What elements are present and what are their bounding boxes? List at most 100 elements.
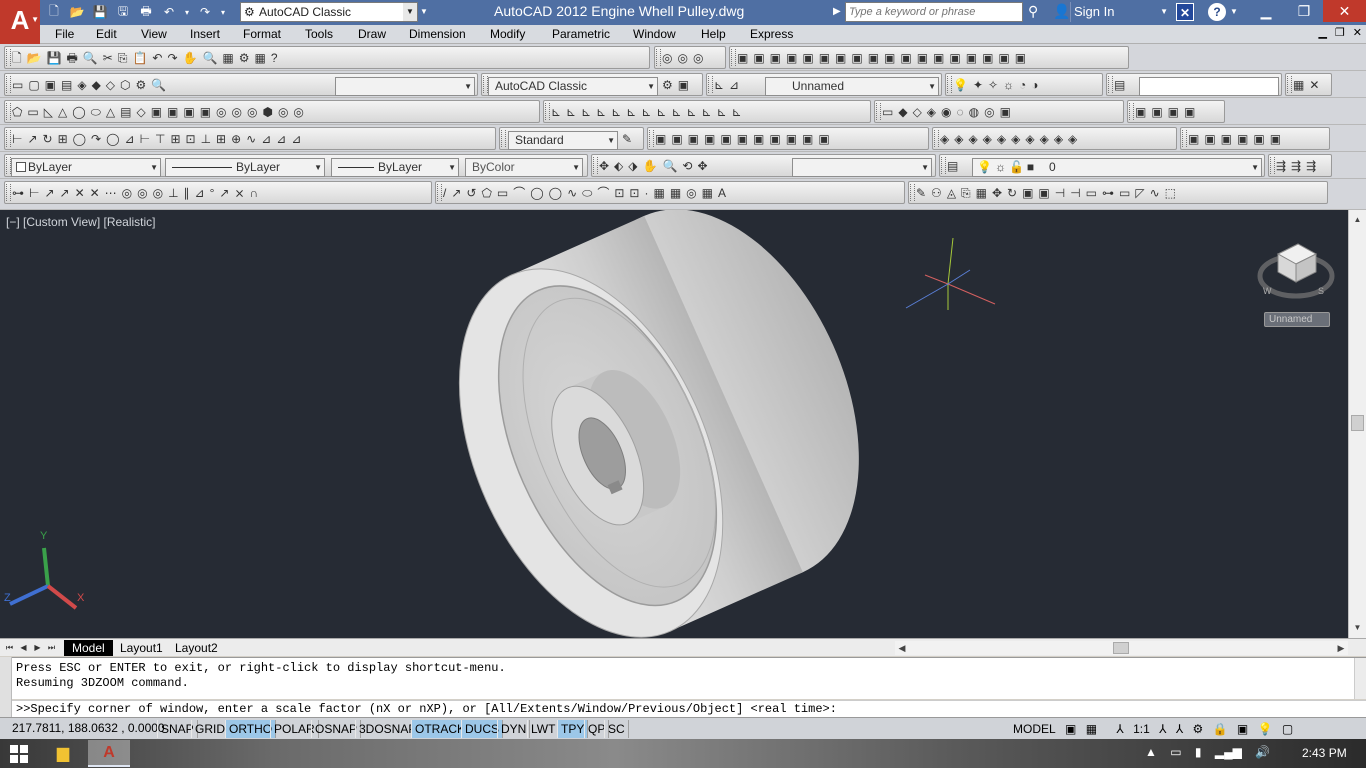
last-tab-icon[interactable]: ⏭: [46, 641, 57, 654]
solids-icons[interactable]: ⬠▭◺△◯⬭△▤◇▣▣▣▣◎◎◎⬢◎◎: [12, 103, 537, 121]
status-grid-button[interactable]: GRID: [191, 720, 229, 738]
exchange-icon[interactable]: ✕: [1176, 3, 1194, 21]
command-input[interactable]: >>Specify corner of window, enter a scal…: [0, 700, 1366, 717]
doc-restore-button[interactable]: ❐: [1335, 26, 1345, 39]
modify2-icons[interactable]: ◈◈◈◈◈◈◈◈◈◈: [940, 130, 1174, 148]
tab-layout2[interactable]: Layout2: [167, 640, 226, 656]
autocad-taskbar-icon[interactable]: A: [88, 740, 130, 767]
modify-icons[interactable]: ✎⚇◬⎘▦✥↻▣▣⊣⊣▭⊶▭◸∿⬚: [916, 184, 1325, 202]
hardware-acceleration-icon[interactable]: ▣: [1237, 720, 1248, 738]
quick-view-layouts-icon[interactable]: ▣: [1065, 720, 1076, 738]
visual-style-combo[interactable]: ▼: [792, 158, 932, 177]
close-button[interactable]: ✕: [1323, 0, 1366, 22]
taskbar-clock[interactable]: 2:43 PM: [1302, 746, 1347, 760]
dimension-icons[interactable]: ⊢↗↻⊞◯↷◯⊿⊢⊤⊞⊡⊥⊞⊕∿⊿⊿⊿: [12, 130, 493, 148]
prev-tab-icon[interactable]: ◀: [18, 641, 29, 654]
menu-edit[interactable]: Edit: [96, 27, 117, 41]
lock-icon[interactable]: 🔒: [1213, 720, 1228, 738]
modeling-icons[interactable]: ▭▢▣▤◈◆◇⬡⚙🔍: [12, 76, 309, 94]
sign-in-button[interactable]: Sign In ▼: [1070, 2, 1170, 22]
workspace-combo[interactable]: AutoCAD Classic ▼: [488, 77, 658, 96]
plotstyle-combo[interactable]: ByColor ▼: [465, 158, 583, 177]
named-view-icons[interactable]: ⊾⊿: [714, 76, 761, 94]
minimize-button[interactable]: ▁: [1246, 0, 1286, 22]
plot-icon[interactable]: 🖶: [136, 2, 156, 22]
blank-combo[interactable]: ▼: [335, 77, 475, 96]
menu-dimension[interactable]: Dimension: [409, 27, 466, 41]
battery-icon[interactable]: ▮: [1195, 745, 1202, 759]
doc-minimize-button[interactable]: ▁: [1318, 26, 1326, 39]
surface-icons[interactable]: ▭◆◇◈◉◌◍◎▣: [882, 103, 1121, 121]
qat-customize-icon[interactable]: ▼: [420, 3, 432, 21]
ucs-icons[interactable]: ⊾⊾⊾⊾⊾⊾⊾⊾⊾⊾⊾⊾⊾: [551, 103, 868, 121]
status-sc-button[interactable]: SC: [604, 720, 629, 738]
object-snap-icons[interactable]: ⊶⊢↗↗✕✕⋯◎◎◎⊥∥⊿°↗⨯∩: [12, 184, 429, 202]
view-icons[interactable]: ▣▣▣▣▣▣▣▣▣▣▣▣▣▣▣▣▣▣: [737, 49, 1126, 67]
standard-toolbar-icons[interactable]: 🗋📂💾🖶🔍✂⎘📋↶↷✋🔍▦⚙▦?: [12, 49, 647, 67]
tab-model[interactable]: Model: [64, 640, 113, 656]
tab-layout1[interactable]: Layout1: [112, 640, 171, 656]
menu-format[interactable]: Format: [243, 27, 281, 41]
dimstyle-combo[interactable]: Standard ▼: [508, 131, 618, 150]
annotation-visibility-icon[interactable]: ⅄: [1159, 720, 1166, 738]
layer-properties-icon[interactable]: ▤: [947, 157, 974, 175]
dimstyle-edit-icon[interactable]: ✎: [622, 130, 641, 148]
viewcube-caption[interactable]: Unnamed: [1264, 312, 1330, 327]
lights-icons[interactable]: 💡✦✧☼◔◑: [953, 76, 1100, 94]
navigation-icons[interactable]: ✥⬖⬗✋🔍⟲✥: [599, 157, 789, 175]
status-lwt-button[interactable]: LWT: [527, 720, 560, 738]
application-menu-button[interactable]: A ▼: [0, 0, 40, 44]
menu-parametric[interactable]: Parametric: [552, 27, 610, 41]
scroll-down-icon[interactable]: ▼: [1349, 620, 1366, 636]
draw-icons[interactable]: /↗↺⬠▭⌒◯◯∿⬭⌒⊡⊡·▦▦◎▦A: [443, 184, 902, 202]
workspace-select[interactable]: ⚙ AutoCAD Classic ▼: [240, 2, 418, 22]
layer-tools-icons[interactable]: ⇶⇶⇶: [1276, 157, 1329, 175]
desktop-icon[interactable]: ▭: [1170, 745, 1181, 759]
scroll-right-icon[interactable]: ▶: [1334, 641, 1348, 655]
search-expand-icon[interactable]: ▶: [833, 3, 845, 21]
redo-icon[interactable]: ↷: [195, 2, 215, 22]
linetype-combo[interactable]: ByLayer ▼: [165, 158, 325, 177]
status-ortho-button[interactable]: ORTHO: [225, 720, 277, 738]
help-dropdown-icon[interactable]: ▼: [1230, 3, 1238, 21]
color-combo[interactable]: ByLayer ▼: [11, 158, 161, 177]
viewcube[interactable]: W S: [1257, 243, 1335, 299]
horizontal-scroll-thumb[interactable]: [1113, 642, 1129, 654]
lineweight-combo[interactable]: ByLayer ▼: [331, 158, 459, 177]
menu-help[interactable]: Help: [701, 27, 726, 41]
new-file-icon[interactable]: 🗋: [44, 2, 64, 22]
render-icons[interactable]: ▣▣▣▣▣▣▣▣▣▣▣: [655, 130, 926, 148]
save-icon[interactable]: 💾: [90, 2, 110, 22]
network-icon[interactable]: ▂▄▆: [1215, 745, 1242, 759]
file-explorer-icon[interactable]: ▆: [46, 741, 80, 766]
layer-combo[interactable]: 💡☼🔓■ 0 ▼: [972, 158, 1262, 177]
menu-tools[interactable]: Tools: [305, 27, 333, 41]
horizontal-scrollbar[interactable]: ◀ ▶: [895, 641, 1348, 655]
help-icon[interactable]: ?: [1208, 3, 1226, 21]
tray-expand-icon[interactable]: ▲: [1145, 745, 1157, 759]
search-input[interactable]: [845, 2, 1023, 22]
first-tab-icon[interactable]: ⏮: [4, 641, 15, 654]
quick-view-drawings-icon[interactable]: ▦: [1086, 720, 1097, 738]
menu-view[interactable]: View: [141, 27, 167, 41]
doc-close-button[interactable]: ✕: [1353, 26, 1362, 39]
redo-dropdown-icon[interactable]: ▾: [218, 2, 228, 22]
clean-screen-icon[interactable]: ▢: [1282, 720, 1293, 738]
maximize-button[interactable]: ❐: [1284, 0, 1324, 22]
layer-states-icon[interactable]: ▤: [1114, 76, 1131, 94]
menu-draw[interactable]: Draw: [358, 27, 386, 41]
viewports-icons[interactable]: ▣▣▣▣: [1135, 103, 1222, 121]
command-scrollbar[interactable]: [1354, 658, 1366, 699]
volume-icon[interactable]: 🔊: [1255, 745, 1270, 759]
command-window-grip[interactable]: [0, 657, 12, 717]
scroll-left-icon[interactable]: ◀: [895, 641, 909, 655]
named-view-combo[interactable]: Unnamed ▼: [765, 77, 939, 96]
annotation-scale-value[interactable]: 1:1: [1133, 720, 1150, 738]
workspace-settings-icons[interactable]: ⚙▣: [662, 76, 700, 94]
coordinate-readout[interactable]: 217.7811, 188.0632 , 0.0000: [12, 721, 165, 735]
layer-state-combo[interactable]: [1139, 77, 1279, 96]
layout-icons[interactable]: ▦✕: [1293, 76, 1329, 94]
vertical-scroll-thumb[interactable]: [1351, 415, 1364, 431]
menu-window[interactable]: Window: [633, 27, 676, 41]
isolate-objects-icon[interactable]: 💡: [1258, 720, 1273, 738]
